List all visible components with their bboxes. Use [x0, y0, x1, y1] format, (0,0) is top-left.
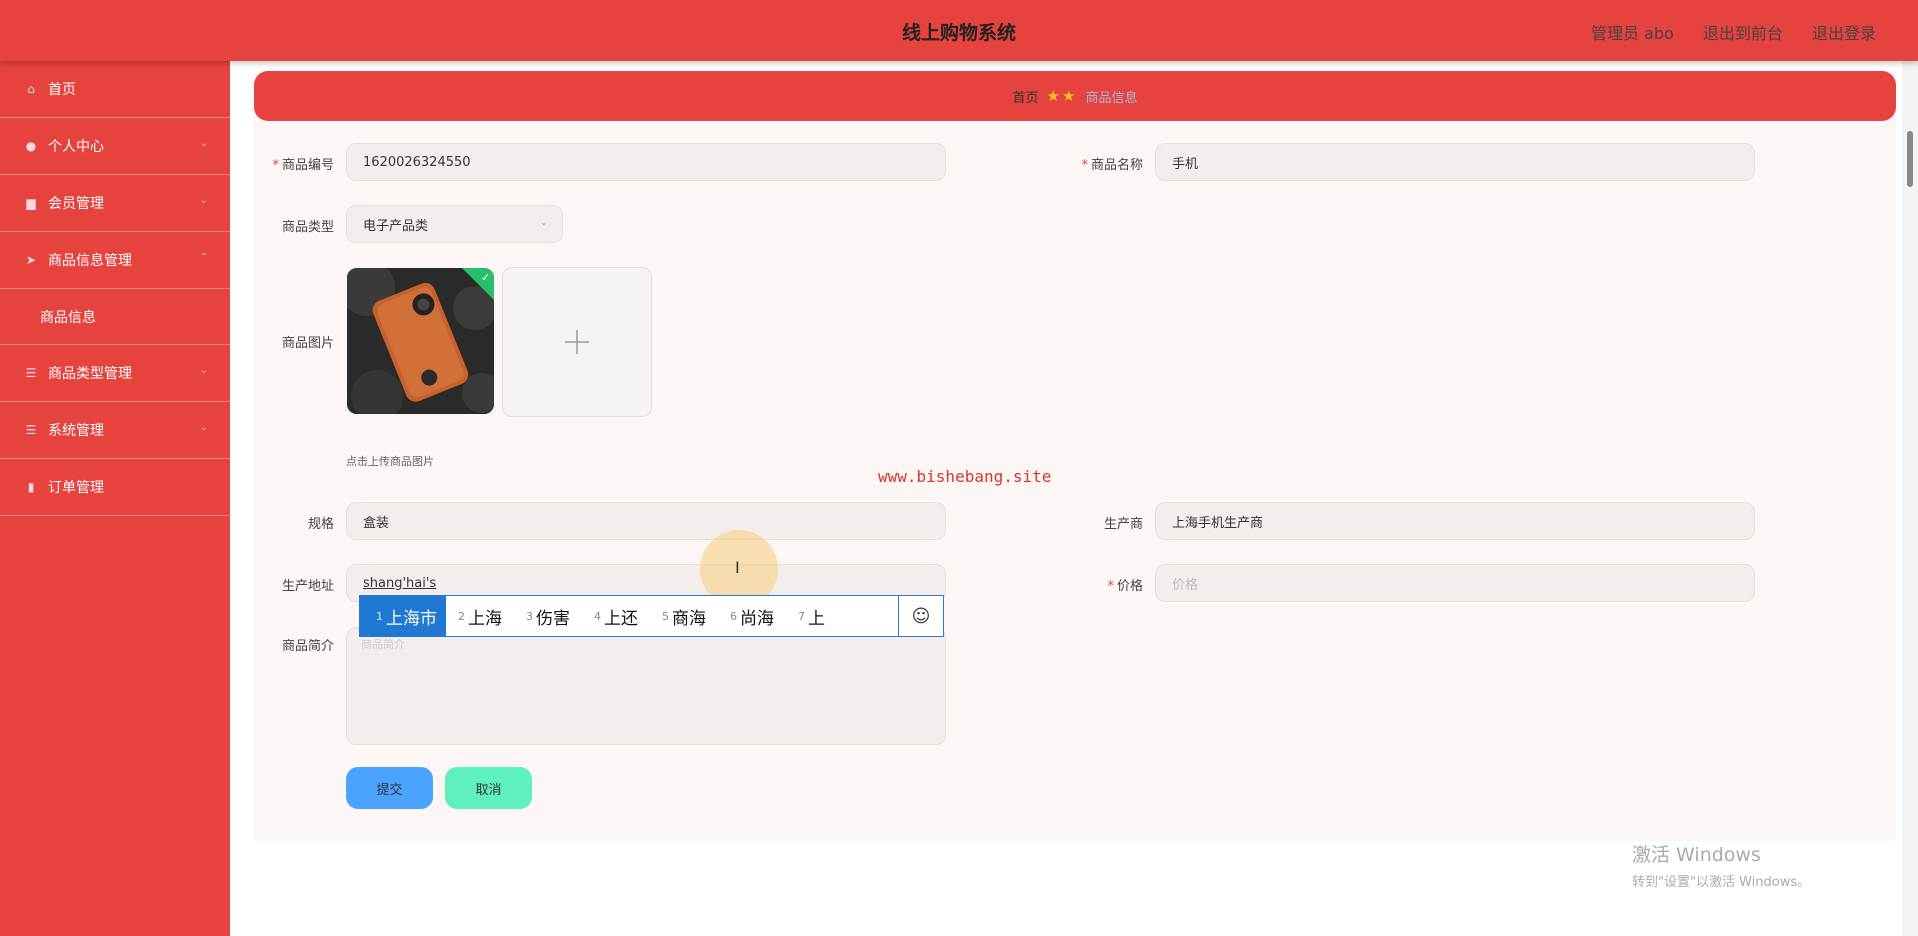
windows-activation-hint: 转到"设置"以激活 Windows。: [1632, 875, 1811, 890]
sidebar-item-label: 首页: [48, 82, 76, 98]
scrollbar-thumb[interactable]: [1907, 131, 1913, 187]
upload-hint: 点击上传商品图片: [346, 455, 434, 468]
manufacturer-label: 生产商: [1103, 517, 1143, 532]
chevron-down-icon: ⌄: [539, 217, 548, 228]
price-label: * 价格: [1107, 579, 1143, 594]
sidebar-item-label: 商品类型管理: [48, 366, 132, 382]
breadcrumb: 首页 ★★ 商品信息: [254, 71, 1896, 121]
sidebar-item-orders[interactable]: ▮ 订单管理: [0, 459, 230, 516]
spec-label: 规格: [307, 517, 334, 532]
ime-candidate[interactable]: 4 上还: [582, 596, 650, 636]
chevron-down-icon: ⌄: [199, 138, 208, 149]
sidebar-item-label: 订单管理: [48, 480, 104, 496]
ime-candidate-bar: 1 上海市 2 上海 3 伤害 4 上还 5 商海 6 尚海 7上 ☺: [359, 595, 944, 637]
windows-activation-notice: 激活 Windows 转到"设置"以激活 Windows。: [1632, 840, 1810, 890]
sidebar-item-home[interactable]: ⌂ 首页: [0, 61, 230, 118]
user-icon: ●: [25, 139, 37, 153]
spec-input[interactable]: 盒装: [346, 502, 946, 540]
exit-to-frontend-link[interactable]: 退出到前台: [1703, 24, 1783, 43]
product-image-thumbnail[interactable]: ✓: [347, 268, 494, 414]
product-type-label: 商品类型: [281, 220, 334, 235]
top-bar: 线上购物系统 管理员 abo 退出到前台 退出登录: [0, 0, 1918, 61]
sidebar-item-product-management[interactable]: ➤ 商品信息管理 ⌃: [0, 232, 230, 289]
product-image-label: 商品图片: [281, 336, 334, 351]
chevron-down-icon: ⌄: [199, 195, 208, 206]
home-icon: ⌂: [27, 82, 35, 96]
sidebar: ⌂ 首页 ● 个人中心 ⌄ ▆ 会员管理 ⌄ ➤ 商品信息管理 ⌃ 商品信息 ☰…: [0, 61, 230, 936]
svg-text:✓: ✓: [481, 271, 490, 284]
breadcrumb-current: 商品信息: [1085, 90, 1138, 106]
product-code-label: * 商品编号: [272, 158, 334, 173]
star-icon: ★★: [1046, 87, 1078, 105]
plus-icon: [565, 330, 589, 354]
sidebar-item-label: 会员管理: [48, 196, 104, 212]
sidebar-item-system[interactable]: ☰ 系统管理 ⌄: [0, 402, 230, 459]
sidebar-item-members[interactable]: ▆ 会员管理 ⌄: [0, 175, 230, 232]
sidebar-item-product-info[interactable]: 商品信息: [0, 289, 230, 345]
text-cursor-icon: I: [735, 558, 740, 577]
ime-candidate[interactable]: 7上: [786, 596, 837, 636]
sidebar-item-label: 商品信息: [40, 309, 96, 326]
header-links: 管理员 abo 退出到前台 退出登录: [1567, 20, 1876, 44]
product-type-select[interactable]: 电子产品类 ⌄: [346, 205, 563, 243]
ime-candidate[interactable]: 5 商海: [650, 596, 718, 636]
product-code-input[interactable]: 1620026324550: [346, 143, 946, 181]
chevron-down-icon: ⌄: [199, 422, 208, 433]
ime-candidate[interactable]: 2 上海: [446, 596, 514, 636]
product-name-label: * 商品名称: [1081, 158, 1143, 173]
image-upload-button[interactable]: [502, 267, 652, 417]
description-label: 商品简介: [281, 639, 334, 654]
chevron-up-icon: ⌃: [199, 252, 208, 263]
ime-candidate[interactable]: 3 伤害: [514, 596, 582, 636]
send-icon: ➤: [25, 253, 37, 267]
chart-icon: ▮: [27, 480, 35, 494]
sidebar-item-product-types[interactable]: ☰ 商品类型管理 ⌄: [0, 345, 230, 402]
sidebar-item-label: 个人中心: [48, 139, 104, 155]
sidebar-item-label: 商品信息管理: [48, 253, 132, 269]
members-icon: ▆: [26, 196, 36, 210]
cancel-button[interactable]: 取消: [445, 767, 532, 809]
watermark-text: www.bishebang.site: [878, 467, 1052, 486]
price-input[interactable]: 价格: [1155, 564, 1755, 602]
product-name-input[interactable]: 手机: [1155, 143, 1755, 181]
description-textarea[interactable]: 商品简介: [346, 627, 946, 745]
sidebar-item-label: 系统管理: [48, 423, 104, 439]
ime-candidate[interactable]: 6 尚海: [718, 596, 786, 636]
description-placeholder: 商品简介: [361, 638, 405, 651]
ime-candidate[interactable]: 1 上海市: [360, 596, 446, 636]
page-scrollbar[interactable]: [1902, 61, 1918, 936]
settings-list-icon: ☰: [25, 423, 37, 437]
sidebar-item-personal-center[interactable]: ● 个人中心 ⌄: [0, 118, 230, 175]
chevron-down-icon: ⌄: [199, 365, 208, 376]
submit-button[interactable]: 提交: [346, 767, 433, 809]
admin-user-label[interactable]: 管理员 abo: [1591, 24, 1674, 43]
logout-link[interactable]: 退出登录: [1812, 24, 1876, 43]
manufacturer-input[interactable]: 上海手机生产商: [1155, 502, 1755, 540]
breadcrumb-home[interactable]: 首页: [1013, 87, 1039, 106]
windows-activation-title: 激活 Windows: [1632, 844, 1761, 866]
address-label: 生产地址: [281, 579, 334, 594]
emoji-icon[interactable]: ☺: [898, 596, 943, 636]
list-icon: ☰: [25, 366, 37, 380]
product-type-value: 电子产品类: [363, 218, 429, 234]
